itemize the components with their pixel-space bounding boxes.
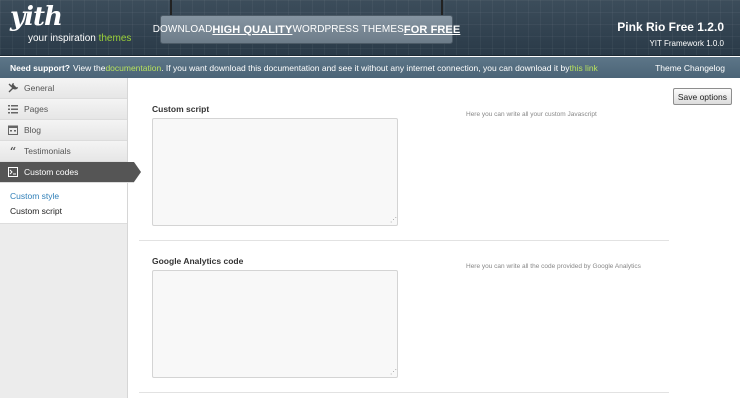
field-separator bbox=[139, 240, 669, 241]
logo[interactable]: yith your inspiration themes bbox=[10, 2, 131, 44]
framework-version: YIT Framework 1.0.0 bbox=[649, 39, 724, 48]
banner-text: DOWNLOAD HIGH QUALITY WORDPRESS THEMES F… bbox=[153, 15, 460, 44]
resize-grip-icon[interactable]: ⋰ bbox=[390, 217, 397, 224]
sidebar: General Pages Blog “ Testimonials Custom… bbox=[0, 78, 141, 398]
sidebar-item-label: Blog bbox=[24, 125, 42, 135]
support-bar: Need support? View the documentation . I… bbox=[0, 57, 740, 78]
quote-icon: “ bbox=[9, 144, 17, 158]
download-doc-link[interactable]: this link bbox=[569, 63, 597, 73]
field-description: Here you can write all your custom Javas… bbox=[466, 111, 597, 118]
sidebar-item-label: Pages bbox=[24, 104, 49, 114]
sidebar-item-custom-codes[interactable]: Custom codes bbox=[0, 162, 141, 183]
list-icon bbox=[8, 104, 18, 114]
sidebar-item-testimonials[interactable]: “ Testimonials bbox=[0, 141, 127, 162]
custom-codes-submenu: Custom style Custom script bbox=[0, 183, 127, 224]
sidebar-item-blog[interactable]: Blog bbox=[0, 120, 127, 141]
google-analytics-textarea[interactable] bbox=[152, 270, 398, 378]
sidebar-item-label: Testimonials bbox=[24, 146, 71, 156]
custom-script-textarea[interactable] bbox=[152, 118, 398, 226]
header: yith your inspiration themes DOWNLOAD HI… bbox=[0, 0, 740, 56]
sidebar-item-label: Custom codes bbox=[24, 167, 79, 177]
logo-tagline: your inspiration themes bbox=[28, 33, 132, 44]
resize-grip-icon[interactable]: ⋰ bbox=[390, 369, 397, 376]
field-separator bbox=[139, 392, 669, 393]
main-content: Save options Custom script ⋰ Here you ca… bbox=[129, 78, 740, 398]
banner-string-left bbox=[170, 0, 172, 16]
field-label: Custom script bbox=[152, 104, 210, 114]
sidebar-item-general[interactable]: General bbox=[0, 78, 127, 99]
save-options-button[interactable]: Save options bbox=[672, 88, 732, 105]
submenu-item-custom-script[interactable]: Custom script bbox=[0, 204, 127, 219]
theme-changelog-link[interactable]: Theme Changelog bbox=[655, 63, 725, 73]
submenu-item-custom-style[interactable]: Custom style bbox=[0, 189, 127, 204]
field-description: Here you can write all the code provided… bbox=[466, 263, 641, 270]
documentation-link[interactable]: documentation bbox=[105, 63, 161, 73]
support-text-after: . If you want download this documentatio… bbox=[161, 62, 570, 73]
banner-string-right bbox=[441, 0, 443, 16]
calendar-icon bbox=[8, 125, 18, 135]
support-text-before: View the bbox=[72, 62, 106, 73]
sidebar-item-pages[interactable]: Pages bbox=[0, 99, 127, 120]
wrench-icon bbox=[8, 83, 18, 93]
logo-mark: yith bbox=[10, 2, 63, 32]
sidebar-item-label: General bbox=[24, 83, 55, 93]
terminal-icon bbox=[8, 167, 18, 177]
download-banner[interactable]: DOWNLOAD HIGH QUALITY WORDPRESS THEMES F… bbox=[153, 0, 460, 44]
support-label: Need support? bbox=[10, 62, 70, 73]
theme-name: Pink Rio Free 1.2.0 bbox=[617, 20, 724, 34]
field-label: Google Analytics code bbox=[152, 256, 244, 266]
